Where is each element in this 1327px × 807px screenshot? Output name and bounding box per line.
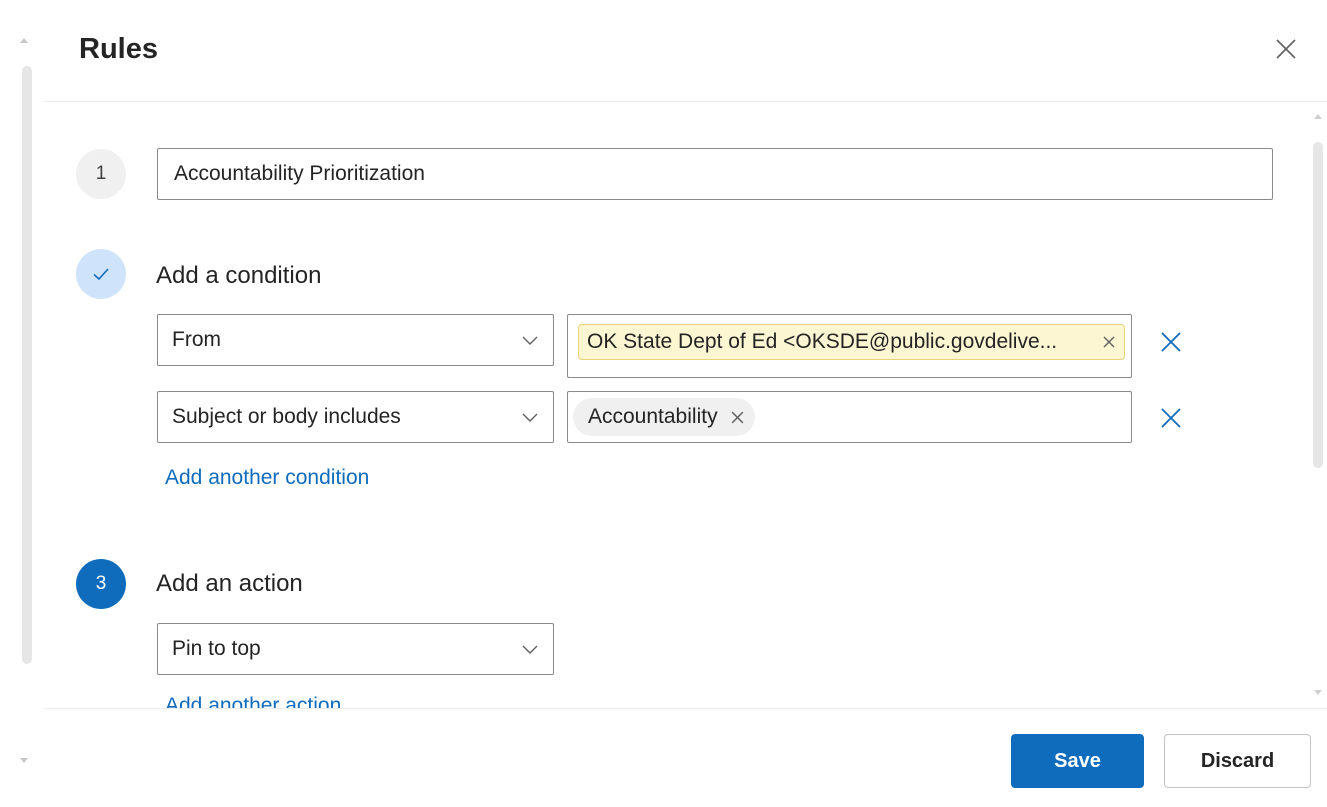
add-action-heading: Add an action (156, 570, 303, 597)
step-3-indicator: 3 (76, 559, 126, 609)
save-button[interactable]: Save (1011, 734, 1144, 788)
add-another-action-link[interactable]: Add another action (165, 694, 341, 708)
scroll-up-arrow-icon[interactable] (20, 38, 28, 43)
chevron-down-icon (522, 413, 538, 422)
checkmark-icon (93, 268, 109, 281)
chevron-down-icon (522, 645, 538, 654)
close-icon (1276, 39, 1296, 59)
step-number: 1 (95, 163, 107, 184)
close-icon (731, 411, 743, 423)
scroll-up-arrow-icon[interactable] (1314, 114, 1322, 119)
condition-type-dropdown[interactable]: Subject or body includes (157, 391, 554, 443)
condition-type-dropdown[interactable]: From (157, 314, 554, 366)
sender-chip[interactable]: OK State Dept of Ed <OKSDE@public.govdel… (578, 324, 1125, 360)
keyword-chip-label: Accountability (588, 405, 718, 428)
step-1-indicator: 1 (76, 149, 126, 199)
delete-x-icon (1161, 332, 1181, 352)
scrollbar-thumb[interactable] (22, 66, 32, 664)
close-button[interactable] (1271, 34, 1301, 64)
rule-name-input[interactable]: Accountability Prioritization (157, 148, 1273, 200)
condition-value-field[interactable]: Accountability (567, 391, 1132, 443)
delete-x-icon (1161, 408, 1181, 428)
content-scrollbar[interactable] (1305, 102, 1327, 708)
page-scrollbar[interactable] (0, 0, 44, 806)
add-another-condition-link[interactable]: Add another condition (165, 466, 369, 490)
chevron-down-icon (522, 336, 538, 345)
scrollbar-thumb[interactable] (1313, 142, 1323, 468)
step-2-indicator (76, 249, 126, 299)
action-type-dropdown[interactable]: Pin to top (157, 623, 554, 675)
rule-editor-scroll-area[interactable]: 1 Accountability Prioritization Add a co… (44, 102, 1327, 708)
condition-type-label: From (172, 328, 221, 351)
rules-dialog: Rules 1 Accountability Prioritization Ad… (44, 0, 1327, 807)
sender-chip-label: OK State Dept of Ed <OKSDE@public.govdel… (587, 330, 1058, 353)
dialog-header: Rules (44, 0, 1327, 102)
action-type-label: Pin to top (172, 637, 261, 660)
remove-condition-button[interactable] (1157, 328, 1185, 356)
add-condition-heading: Add a condition (156, 262, 322, 289)
keyword-chip[interactable]: Accountability (573, 398, 755, 436)
step-number: 3 (95, 573, 107, 594)
condition-type-label: Subject or body includes (172, 405, 401, 428)
scroll-down-arrow-icon[interactable] (1314, 690, 1322, 695)
discard-button[interactable]: Discard (1164, 734, 1311, 788)
close-icon (1103, 336, 1115, 348)
remove-chip-button[interactable] (730, 410, 745, 425)
condition-value-field[interactable]: OK State Dept of Ed <OKSDE@public.govdel… (567, 314, 1132, 378)
scroll-down-arrow-icon[interactable] (20, 758, 28, 763)
dialog-footer: Save Discard (44, 708, 1327, 807)
remove-chip-button[interactable] (1102, 335, 1116, 349)
rule-name-value: Accountability Prioritization (174, 162, 425, 185)
remove-condition-button[interactable] (1157, 404, 1185, 432)
dialog-title: Rules (79, 33, 158, 65)
